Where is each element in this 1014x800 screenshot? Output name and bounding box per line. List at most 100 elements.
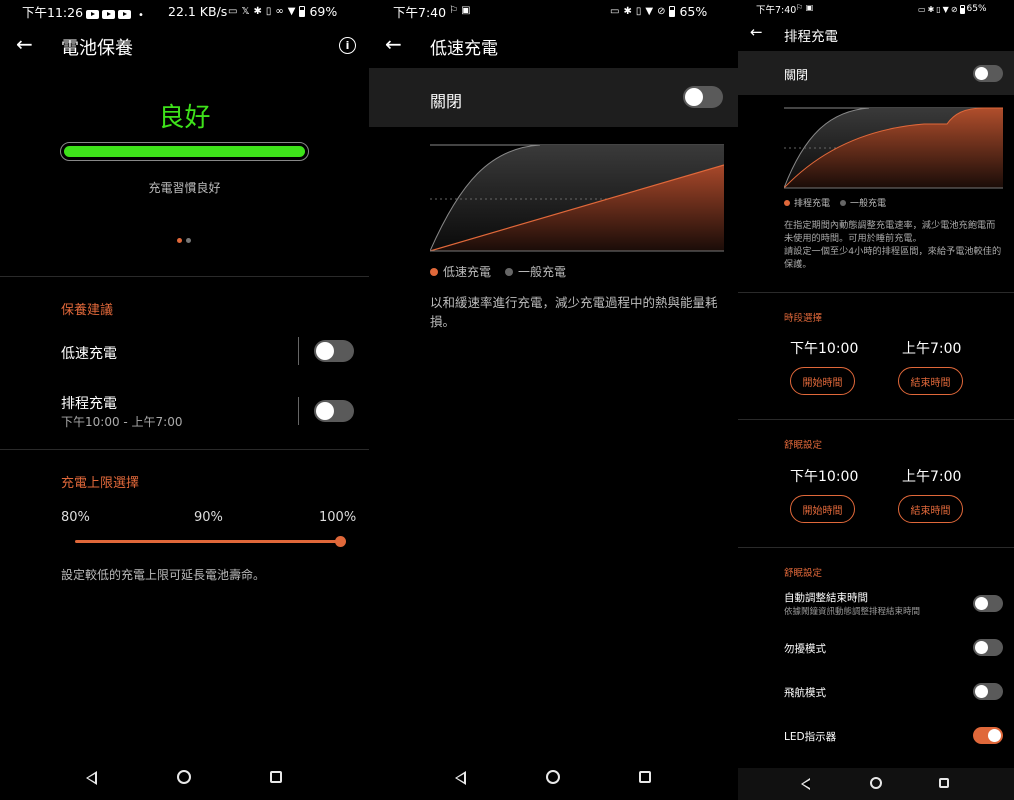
nav-back-icon[interactable] <box>86 771 97 785</box>
status-time: 下午7:40 <box>393 4 447 20</box>
nav-bar <box>369 756 738 800</box>
youtube-icons: • <box>86 6 144 21</box>
notification-icon: ⚐ ▣ <box>796 3 814 12</box>
slow-charge-label: 低速充電 <box>61 346 117 362</box>
divider <box>738 292 1014 293</box>
airplane-label: 飛航模式 <box>784 687 826 699</box>
period-section-header: 時段選擇 <box>784 313 823 324</box>
nav-recents-icon[interactable] <box>270 771 282 783</box>
divider <box>738 419 1014 420</box>
page-dot <box>186 238 191 243</box>
status-icons: ▭ ✱ ▯ ▼ ⊘ 65% <box>918 4 987 14</box>
vibrate-icon: ▯ <box>635 5 642 17</box>
master-toggle-row[interactable]: 關閉 <box>369 68 738 127</box>
dnd-label: 勿擾模式 <box>784 643 826 655</box>
divider <box>0 449 369 450</box>
nav-home-icon[interactable] <box>177 770 191 784</box>
limit-description: 設定較低的充電上限可延長電池壽命。 <box>61 568 266 582</box>
limit-option-80[interactable]: 80% <box>61 510 90 525</box>
legend-dot-normal <box>505 267 514 276</box>
auto-adjust-toggle[interactable] <box>973 595 1003 612</box>
bluetooth-icon: ✱ <box>253 5 262 17</box>
scheduled-charge-screen: 下午7:40 ⚐ ▣ ▭ ✱ ▯ ▼ ⊘ 65% ← 排程充電 關閉 排程充電 … <box>738 0 1014 800</box>
vibrate-icon: ▯ <box>936 4 941 14</box>
page-title: 電池保養 <box>61 38 133 59</box>
nav-recents-icon[interactable] <box>639 771 651 783</box>
info-icon[interactable]: i <box>339 37 356 54</box>
nav-home-icon[interactable] <box>870 777 882 789</box>
status-bar: 下午11:26 • 22.1 KB/s ▭ 𝕏 ✱ ▯ ∞ ▼ 69% <box>0 0 369 22</box>
chart-legend: 排程充電 一般充電 <box>784 196 886 209</box>
back-arrow-icon[interactable]: ← <box>385 34 402 54</box>
back-arrow-icon[interactable]: ← <box>750 25 763 40</box>
battery-health-fill <box>64 146 305 157</box>
page-title: 排程充電 <box>784 29 838 45</box>
divider <box>0 276 369 277</box>
care-section-header: 保養建議 <box>61 303 114 318</box>
legend-dot-normal <box>840 199 847 206</box>
led-label: LED指示器 <box>784 731 837 743</box>
wifi-icon: ▼ <box>942 4 949 14</box>
sleep-end-button[interactable]: 結束時間 <box>898 495 963 523</box>
status-icons: ▭ ✱ ▯ ▼ ⊘ 65% <box>610 4 707 19</box>
limit-slider-track[interactable] <box>75 540 340 543</box>
page-indicator <box>177 238 191 243</box>
nav-back-icon[interactable] <box>801 778 810 790</box>
period-end-button[interactable]: 結束時間 <box>898 367 963 395</box>
period-start-button[interactable]: 開始時間 <box>790 367 855 395</box>
dnd-toggle[interactable] <box>973 639 1003 656</box>
period-end-time: 上午7:00 <box>902 341 962 357</box>
status-bar: 下午7:40 ⚐ ▣ ▭ ✱ ▯ ▼ ⊘ 65% <box>738 0 1014 18</box>
status-speed: 22.1 KB/s <box>168 3 228 19</box>
sleep-section-header: 舒眠設定 <box>784 440 823 451</box>
scheduled-charge-description: 在指定期間內動態調整充電速率，減少電池充飽電而未使用的時間。可用於睡前充電。 請… <box>784 220 1002 270</box>
master-toggle[interactable] <box>683 86 723 108</box>
master-toggle-row[interactable]: 關閉 <box>738 51 1014 95</box>
page-dot-active <box>177 238 182 243</box>
bluetooth-icon: ✱ <box>623 5 632 17</box>
legend-slow-label: 低速充電 <box>443 265 492 279</box>
master-toggle-label: 關閉 <box>430 92 463 111</box>
airplane-toggle[interactable] <box>973 683 1003 700</box>
scheduled-charge-label: 排程充電 <box>61 396 117 412</box>
sleep-options-header: 舒眠設定 <box>784 568 823 579</box>
status-description: 充電習慣良好 <box>148 181 221 195</box>
wifi-icon: ▼ <box>287 5 296 17</box>
scheduled-charge-time: 下午10:00 - 上午7:00 <box>61 415 183 429</box>
bluetooth-icon: ✱ <box>927 4 935 14</box>
no-sim-icon: ⊘ <box>657 5 666 17</box>
sleep-start-button[interactable]: 開始時間 <box>790 495 855 523</box>
period-start-time: 下午10:00 <box>790 341 859 357</box>
battery-status-word: 良好 <box>158 103 211 133</box>
status-icons: ▭ 𝕏 ✱ ▯ ∞ ▼ 69% <box>228 4 337 19</box>
status-time: 下午7:40 <box>756 5 797 16</box>
wifi-icon: ▼ <box>645 5 654 17</box>
status-battery: 65% <box>679 3 708 19</box>
slow-charge-toggle[interactable] <box>314 340 354 362</box>
back-arrow-icon[interactable]: ← <box>16 34 33 54</box>
no-sim-icon: ⊘ <box>950 4 958 14</box>
status-time: 下午11:26 <box>22 4 84 20</box>
master-toggle[interactable] <box>973 65 1003 82</box>
scheduled-charge-toggle[interactable] <box>314 400 354 422</box>
sleep-start-time: 下午10:00 <box>790 469 859 485</box>
limit-option-90[interactable]: 90% <box>194 510 223 525</box>
notification-icon: ⚐ ▣ <box>449 5 471 16</box>
nfc-icon: ▭ <box>610 5 620 17</box>
auto-adjust-sub: 依據鬧鐘資訊動態調整排程結束時間 <box>784 607 921 617</box>
led-toggle[interactable] <box>973 727 1003 744</box>
limit-option-100[interactable]: 100% <box>319 510 356 525</box>
slow-charge-chart <box>430 144 724 252</box>
sleep-end-time: 上午7:00 <box>902 469 962 485</box>
nav-back-icon[interactable] <box>455 771 466 785</box>
divider <box>738 547 1014 548</box>
legend-scheduled-label: 排程充電 <box>794 199 831 209</box>
nav-recents-icon[interactable] <box>939 778 949 788</box>
chart-legend: 低速充電 一般充電 <box>430 263 566 280</box>
status-battery: 65% <box>966 4 987 14</box>
limit-slider-thumb[interactable] <box>335 536 346 547</box>
nfc-icon: ▭ <box>918 4 926 14</box>
nav-home-icon[interactable] <box>546 770 560 784</box>
slow-charge-screen: 下午7:40 ⚐ ▣ ▭ ✱ ▯ ▼ ⊘ 65% ← 低速充電 關閉 低速充電 … <box>369 0 738 800</box>
x-icon: 𝕏 <box>241 5 250 17</box>
